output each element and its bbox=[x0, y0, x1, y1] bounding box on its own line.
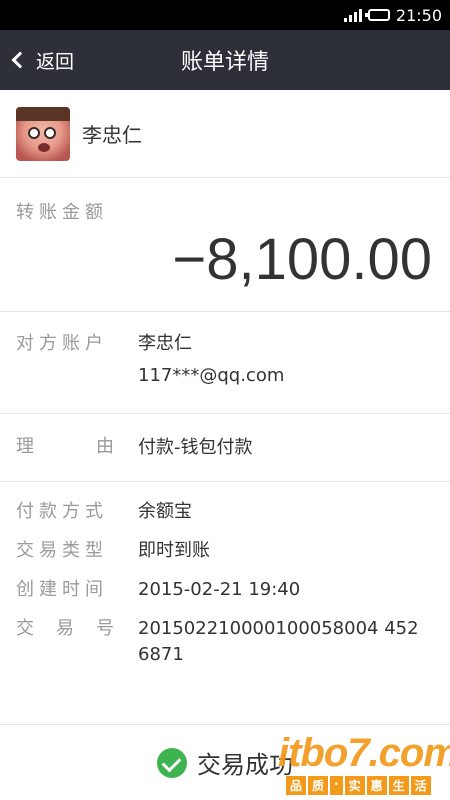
check-circle-icon bbox=[157, 747, 187, 778]
trade-type-label: 交易类型 bbox=[16, 540, 108, 561]
detail-row: 交易类型 即时到账 bbox=[0, 535, 450, 567]
account-email: 117***@qq.com bbox=[138, 365, 285, 386]
account-label: 对方账户 bbox=[16, 333, 108, 354]
trade-no-label: 交易号 bbox=[16, 618, 114, 639]
reason-section: 理由 付款-钱包付款 bbox=[0, 414, 450, 482]
account-section: 对方账户 李忠仁 117***@qq.com bbox=[0, 312, 450, 414]
back-button[interactable]: 返回 bbox=[0, 30, 74, 90]
reason-label: 理由 bbox=[16, 435, 114, 457]
trade-no-value: 201502210000100058004 4526871 bbox=[138, 618, 419, 665]
status-bar: 21:50 bbox=[0, 0, 450, 30]
details-section: 付款方式 余额宝 交易类型 即时到账 创建时间 2015-02-21 19:40… bbox=[0, 482, 450, 725]
back-label: 返回 bbox=[36, 50, 75, 73]
chevron-left-icon bbox=[11, 51, 29, 69]
payment-method-label: 付款方式 bbox=[16, 501, 108, 522]
avatar bbox=[16, 106, 70, 161]
amount-value: −8,100.00 bbox=[172, 227, 432, 292]
status-time: 21:50 bbox=[395, 5, 442, 25]
trade-status-footer: 交易成功 bbox=[0, 724, 450, 800]
detail-row: 付款方式 余额宝 bbox=[0, 496, 450, 528]
payment-method-value: 余额宝 bbox=[138, 501, 192, 522]
amount-section: 转账金额 −8,100.00 bbox=[0, 178, 450, 312]
detail-row: 创建时间 2015-02-21 19:40 bbox=[0, 574, 450, 606]
signal-icon bbox=[343, 8, 362, 22]
battery-icon bbox=[364, 9, 390, 21]
reason-value: 付款-钱包付款 bbox=[138, 436, 253, 458]
account-name: 李忠仁 bbox=[138, 333, 192, 354]
user-name: 李忠仁 bbox=[82, 123, 142, 147]
detail-row: 交易号 201502210000100058004 4526871 bbox=[0, 613, 450, 668]
created-time-value: 2015-02-21 19:40 bbox=[138, 579, 301, 600]
amount-label: 转账金额 bbox=[16, 202, 108, 223]
trade-type-value: 即时到账 bbox=[138, 540, 210, 561]
user-row[interactable]: 李忠仁 bbox=[0, 90, 450, 178]
nav-bar: 返回 账单详情 bbox=[0, 30, 450, 90]
created-time-label: 创建时间 bbox=[16, 579, 108, 600]
trade-status-text: 交易成功 bbox=[197, 751, 293, 779]
